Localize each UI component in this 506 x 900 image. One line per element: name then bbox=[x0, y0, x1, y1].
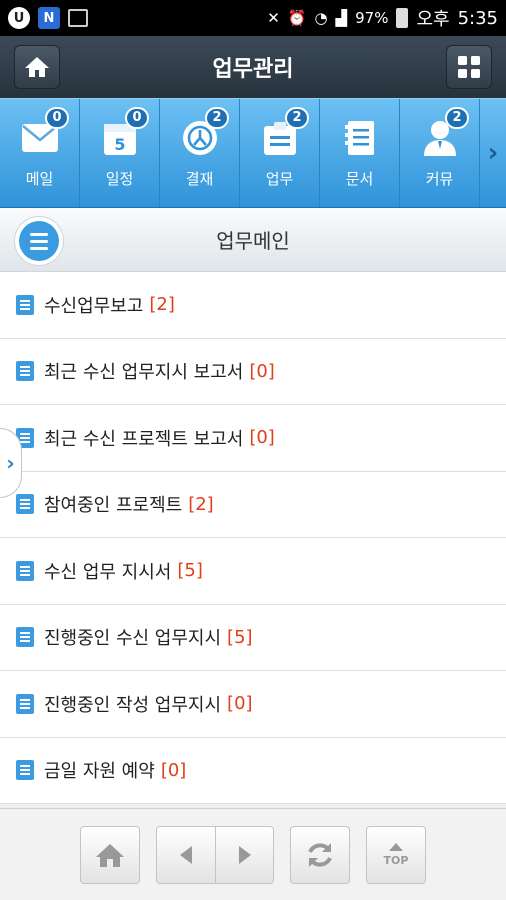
document-icon bbox=[16, 760, 34, 781]
document-icon bbox=[340, 118, 380, 158]
menu-item-approval[interactable]: 2 결재 bbox=[160, 99, 240, 207]
list-item[interactable]: 진행중인 수신 업무지시 [5] bbox=[0, 605, 506, 671]
grid-menu-button[interactable] bbox=[446, 45, 492, 89]
section-header: 업무메인 bbox=[0, 208, 506, 272]
menu-label-task: 업무 bbox=[265, 170, 294, 188]
app-header: 업무관리 bbox=[0, 36, 506, 98]
document-icon bbox=[16, 627, 34, 648]
image-notification-icon bbox=[68, 9, 88, 27]
home-icon bbox=[96, 843, 124, 867]
mail-badge: 0 bbox=[45, 107, 69, 129]
triangle-left-icon bbox=[180, 845, 192, 864]
document-icon bbox=[16, 361, 34, 382]
section-menu-button[interactable] bbox=[14, 216, 64, 266]
list-item[interactable]: 진행중인 작성 업무지시 [0] bbox=[0, 671, 506, 738]
list-item-text: 최근 수신 프로젝트 보고서 bbox=[44, 428, 244, 450]
menu-label-document: 문서 bbox=[345, 170, 374, 188]
ampm: 오후 bbox=[416, 9, 450, 30]
forward-button[interactable] bbox=[215, 826, 273, 883]
document-icon bbox=[16, 294, 34, 315]
calendar-badge: 0 bbox=[125, 107, 149, 129]
list-item-text: 수신업무보고 bbox=[44, 295, 144, 317]
grid-icon bbox=[458, 56, 480, 78]
menu-item-calendar[interactable]: 0 5 일정 bbox=[80, 99, 160, 207]
page-title: 업무관리 bbox=[212, 57, 294, 82]
list-item-text: 진행중인 작성 업무지시 bbox=[44, 694, 222, 716]
back-button[interactable] bbox=[157, 827, 215, 883]
list-item-count: [2] bbox=[188, 493, 214, 515]
document-icon bbox=[16, 560, 34, 581]
quick-menu: 0 메일 0 5 일정 2 결재 2 업무 문서 2 커뮤 › bbox=[0, 98, 506, 208]
nav-button-group bbox=[156, 825, 274, 884]
menu-label-calendar: 일정 bbox=[105, 170, 134, 188]
list-item[interactable]: 참여중인 프로젝트 [2] bbox=[0, 472, 506, 538]
list-item-text: 금일 자원 예약 bbox=[44, 761, 155, 783]
top-label: TOP bbox=[383, 854, 409, 867]
list-item[interactable]: 수신업무보고 [2] bbox=[0, 272, 506, 339]
menu-next-arrow[interactable]: › bbox=[480, 99, 506, 207]
task-badge: 2 bbox=[285, 107, 309, 129]
battery-percent: 97% bbox=[355, 9, 389, 27]
list-item-count: [0] bbox=[249, 427, 275, 449]
list-item[interactable]: 최근 수신 프로젝트 보고서 [0] bbox=[0, 405, 506, 472]
list-item-text: 최근 수신 업무지시 보고서 bbox=[44, 362, 244, 384]
calendar-day: 5 bbox=[114, 135, 125, 154]
home-icon bbox=[25, 57, 49, 77]
wifi-icon: ◔ bbox=[314, 9, 328, 27]
approval-badge: 2 bbox=[205, 107, 229, 129]
naver-notification-icon: N bbox=[38, 7, 60, 29]
list-item-count: [2] bbox=[149, 294, 175, 316]
list-item-count: [0] bbox=[249, 360, 275, 382]
triangle-right-icon bbox=[238, 845, 251, 864]
list-item[interactable]: 금일 자원 예약 [0] bbox=[0, 738, 506, 804]
list-item-count: [0] bbox=[160, 759, 187, 781]
list-item[interactable]: 최근 수신 업무지시 보고서 [0] bbox=[0, 339, 506, 405]
triangle-up-icon bbox=[389, 843, 403, 851]
list-item-count: [5] bbox=[177, 560, 203, 582]
menu-list-icon bbox=[19, 221, 59, 261]
document-icon bbox=[16, 494, 34, 515]
bottom-toolbar: TOP bbox=[0, 808, 506, 900]
signal-icon: ▟ bbox=[335, 9, 348, 27]
home-button[interactable] bbox=[14, 45, 60, 89]
menu-item-mail[interactable]: 0 메일 bbox=[0, 99, 80, 207]
list-item[interactable]: 수신 업무 지시서 [5] bbox=[0, 538, 506, 605]
menu-label-mail: 메일 bbox=[25, 170, 54, 188]
menu-item-document[interactable]: 문서 bbox=[320, 99, 400, 207]
scroll-top-button[interactable]: TOP bbox=[366, 825, 426, 884]
menu-item-task[interactable]: 2 업무 bbox=[240, 99, 320, 207]
battery-icon bbox=[396, 8, 409, 28]
list-item-text: 진행중인 수신 업무지시 bbox=[44, 628, 222, 650]
clock: 5:35 bbox=[457, 7, 498, 29]
list-item-text: 참여중인 프로젝트 bbox=[44, 495, 183, 517]
list-item-count: [0] bbox=[227, 693, 253, 715]
status-bar: U N ✕ ⏰ ◔ ▟ 97% 오후 5:35 bbox=[0, 0, 506, 36]
refresh-button[interactable] bbox=[290, 825, 350, 884]
community-badge: 2 bbox=[445, 107, 469, 129]
mute-icon: ✕ bbox=[267, 9, 280, 27]
side-drawer-handle[interactable]: › bbox=[0, 428, 22, 498]
alarm-icon: ⏰ bbox=[287, 9, 307, 27]
document-icon bbox=[16, 693, 34, 714]
list-item-text: 수신 업무 지시서 bbox=[44, 561, 172, 583]
list-item-count: [5] bbox=[227, 626, 253, 648]
section-title: 업무메인 bbox=[216, 229, 290, 253]
menu-item-community[interactable]: 2 커뮤 bbox=[400, 99, 480, 207]
refresh-icon bbox=[308, 842, 332, 867]
menu-label-community: 커뮤 bbox=[425, 170, 454, 188]
work-list: 수신업무보고 [2] 최근 수신 업무지시 보고서 [0] 최근 수신 프로젝트 보… bbox=[0, 272, 506, 804]
bottom-home-button[interactable] bbox=[80, 825, 140, 884]
app-notification-icon: U bbox=[8, 7, 30, 29]
menu-label-approval: 결재 bbox=[185, 170, 214, 188]
